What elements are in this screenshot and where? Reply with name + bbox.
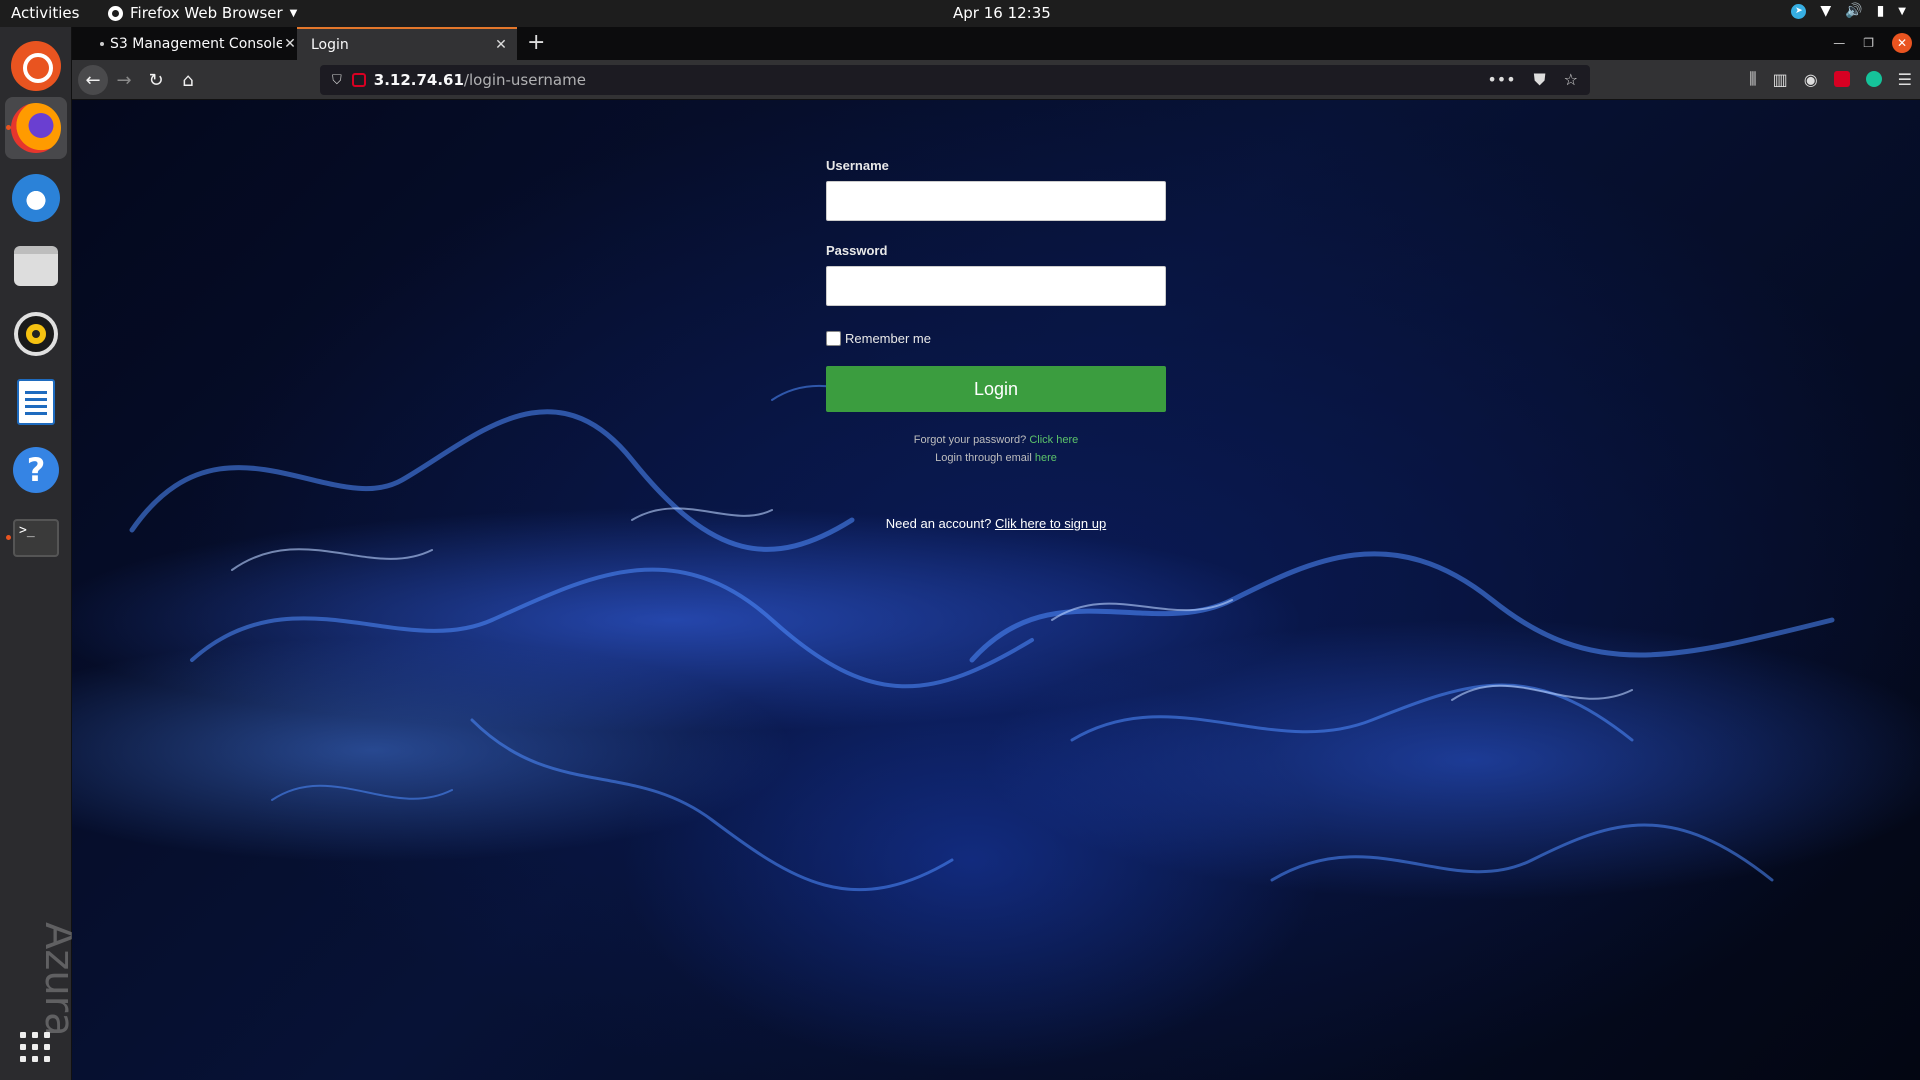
files-icon [14,246,58,286]
dock-thunderbird[interactable] [5,167,67,229]
help-icon: ? [13,447,59,493]
password-label: Password [826,243,888,258]
show-apps-icon[interactable] [20,1032,50,1062]
dock-firefox[interactable] [5,97,67,159]
signup-link[interactable]: Clik here to sign up [995,516,1106,531]
terminal-icon: >_ [13,519,59,557]
email-login-text: Login through email [935,452,1032,464]
firefox-mini-icon [108,5,123,21]
dock-ubuntu[interactable] [5,35,67,97]
extension-red-icon[interactable] [1833,71,1850,87]
clock[interactable]: Apr 16 12:35 [953,4,1051,22]
reload-button[interactable]: ↻ [144,68,168,92]
close-icon[interactable]: ✕ [282,36,298,52]
minimize-icon[interactable]: — [1833,36,1845,50]
dock-terminal[interactable]: >_ [5,507,67,569]
forgot-password-row: Forgot your password? Click here [826,434,1166,446]
url-bar[interactable]: ⛉ 3.12.74.61 /login-username ••• ⛊ ☆ [320,65,1590,95]
url-host: 3.12.74.61 [373,71,464,89]
toolbar-right: ⫼ ▥ ◉ ☰ [1749,69,1912,89]
firefox-icon [11,103,61,153]
signup-row: Need an account? Clik here to sign up [826,516,1166,531]
grammarly-icon[interactable] [1865,71,1882,87]
email-login-row: Login through email here [826,452,1166,464]
telegram-icon[interactable]: ➤ [1791,3,1807,19]
dock-rhythmbox[interactable] [5,303,67,365]
running-indicator [6,125,11,130]
system-tray[interactable]: ➤ ▼ 🔊 ▮ ▼ [1791,3,1906,19]
writer-icon [17,379,55,425]
bookmark-star-icon[interactable]: ☆ [1564,70,1578,90]
url-actions: ••• ⛊ ☆ [1487,70,1578,90]
app-menu-label: Firefox Web Browser [130,4,283,22]
page-actions-icon[interactable]: ••• [1487,70,1515,90]
remember-me-row[interactable]: Remember me [826,331,1166,346]
tab-attention-dot [100,41,104,46]
navigation-bar: ← → ↻ ⌂ ⛉ 3.12.74.61 /login-username •••… [72,60,1920,100]
account-icon[interactable]: ◉ [1804,70,1818,89]
forward-button[interactable]: → [112,68,136,92]
volume-icon: 🔊 [1845,3,1863,19]
battery-icon: ▮ [1876,3,1885,19]
forgot-password-link[interactable]: Click here [1029,434,1078,446]
wifi-icon: ▼ [1820,3,1832,19]
shield-icon[interactable]: ⛉ [332,73,342,88]
close-icon[interactable]: ✕ [493,37,509,53]
tab-s3-console[interactable]: S3 Management Console ✕ [86,27,306,60]
tab-label: Login [311,36,349,53]
gnome-top-bar: Activities Firefox Web Browser ▼ Apr 16 … [0,0,1920,27]
tab-login[interactable]: Login ✕ [297,27,517,60]
dock-files[interactable] [5,235,67,297]
email-login-link[interactable]: here [1035,452,1057,464]
window-controls: — ❐ ✕ [1833,33,1912,53]
library-icon[interactable]: ⫼ [1749,69,1756,89]
hamburger-menu-icon[interactable]: ☰ [1898,70,1912,89]
running-indicator [6,535,11,540]
forgot-password-text: Forgot your password? [913,434,1027,446]
password-input[interactable] [826,266,1166,306]
signup-text: Need an account? [885,516,992,531]
sidebar-icon[interactable]: ▥ [1773,70,1788,89]
login-button[interactable]: Login [826,366,1166,412]
insecure-lock-icon[interactable] [351,73,366,87]
thunderbird-icon [12,174,60,222]
remember-me-label[interactable]: Remember me [845,331,931,346]
page-background: Username Password Remember me Login Forg… [72,100,1920,1080]
window-close-icon[interactable]: ✕ [1892,33,1912,53]
new-tab-button[interactable]: + [527,30,545,55]
url-path: /login-username [463,71,586,89]
dock-help[interactable]: ? [5,439,67,501]
system-menu-caret-icon: ▼ [1898,5,1906,17]
username-label: Username [826,158,889,173]
remember-me-checkbox[interactable] [826,331,841,346]
username-input[interactable] [826,181,1166,221]
dock-writer[interactable] [5,371,67,433]
back-button[interactable]: ← [78,65,108,95]
dock: ? >_ Azura [0,27,82,1080]
restore-icon[interactable]: ❐ [1863,36,1874,50]
tab-strip: S3 Management Console ✕ Login ✕ + — ❐ ✕ [72,27,1920,60]
home-button[interactable]: ⌂ [176,68,200,92]
caret-down-icon: ▼ [289,7,298,19]
rhythmbox-icon [14,312,58,356]
activities-button[interactable]: Activities [11,4,79,22]
ubuntu-icon [11,41,61,91]
tab-label: S3 Management Console [110,35,282,52]
pocket-icon[interactable]: ⛊ [1534,70,1546,90]
login-form: Username Password Remember me Login Forg… [826,158,1166,531]
app-menu[interactable]: Firefox Web Browser ▼ [108,4,297,22]
